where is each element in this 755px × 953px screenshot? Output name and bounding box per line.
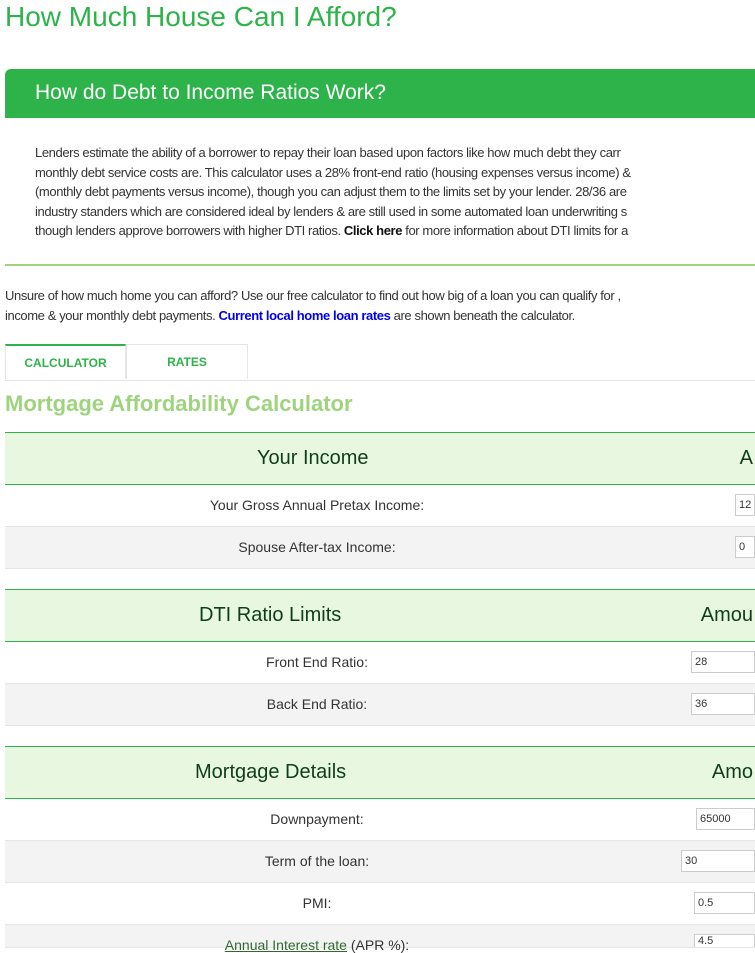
gross-income-input[interactable] — [735, 494, 755, 516]
form-row: Spouse After-tax Income: — [5, 527, 755, 569]
section-header-mortgage: Mortgage Details Amo — [5, 746, 755, 799]
amount-heading: Amou — [700, 604, 753, 626]
tab-rates[interactable]: RATES — [126, 344, 248, 379]
field-label: Annual Interest rate (APR %): — [224, 937, 410, 953]
field-label: Back End Ratio: — [266, 696, 368, 712]
divider — [5, 264, 755, 266]
paragraph-line: (monthly debt payments versus income), t… — [35, 184, 627, 199]
calculator-title: Mortgage Affordability Calculator — [5, 391, 353, 416]
form-row: Term of the loan: — [5, 841, 755, 883]
front-end-ratio-input[interactable] — [691, 651, 755, 673]
section-heading: Your Income — [257, 447, 369, 469]
pmi-input[interactable] — [694, 892, 755, 914]
field-label: Front End Ratio: — [266, 654, 368, 670]
interest-rate-input[interactable] — [694, 934, 755, 947]
form-row: Back End Ratio: — [5, 684, 755, 726]
paragraph-line: Lenders estimate the ability of a borrow… — [35, 145, 621, 160]
section-heading: DTI Ratio Limits — [199, 604, 342, 626]
tab-calculator[interactable]: CALCULATOR — [5, 344, 126, 379]
form-row: Downpayment: — [5, 799, 755, 841]
back-end-ratio-input[interactable] — [691, 693, 755, 715]
form-row: Your Gross Annual Pretax Income: — [5, 485, 755, 527]
interest-rate-link[interactable]: Annual Interest rate — [225, 937, 347, 953]
page-title: How Much House Can I Afford? — [5, 1, 397, 32]
field-label: PMI: — [302, 895, 332, 911]
form-row: Annual Interest rate (APR %): — [5, 925, 755, 953]
form-row: Front End Ratio: — [5, 642, 755, 684]
spouse-income-input[interactable] — [735, 536, 755, 558]
section-header-dti: DTI Ratio Limits Amou — [5, 589, 755, 642]
section-heading: Mortgage Details — [195, 761, 347, 783]
field-label: Your Gross Annual Pretax Income: — [209, 497, 425, 513]
field-label: Spouse After-tax Income: — [238, 539, 396, 555]
form-row: PMI: — [5, 883, 755, 925]
intro-paragraph: Unsure of how much home you can afford? … — [5, 286, 753, 325]
loan-term-input[interactable] — [681, 850, 755, 872]
field-label: Downpayment: — [270, 811, 364, 827]
paragraph-line: industry standers which are considered i… — [35, 203, 627, 219]
dti-info-heading: How do Debt to Income Ratios Work? — [35, 81, 386, 104]
click-here-link[interactable]: Click here — [344, 223, 403, 238]
loan-rates-link[interactable]: Current local home loan rates — [219, 308, 391, 323]
amount-heading: A — [739, 447, 753, 469]
section-header-income: Your Income A — [5, 432, 755, 485]
paragraph-line: income & your monthly debt payments. Cur… — [5, 307, 575, 323]
downpayment-input[interactable] — [696, 808, 755, 830]
paragraph-line: though lenders approve borrowers with hi… — [35, 223, 628, 238]
paragraph-line: Unsure of how much home you can afford? … — [5, 288, 621, 303]
dti-paragraph: Lenders estimate the ability of a borrow… — [35, 143, 753, 241]
paragraph-line: monthly debt service costs are. This cal… — [35, 164, 631, 180]
dti-info-header: How do Debt to Income Ratios Work? — [5, 69, 755, 118]
amount-heading: Amo — [711, 761, 753, 783]
field-label: Term of the loan: — [264, 853, 370, 869]
tab-bar: CALCULATOR RATES — [5, 344, 755, 381]
